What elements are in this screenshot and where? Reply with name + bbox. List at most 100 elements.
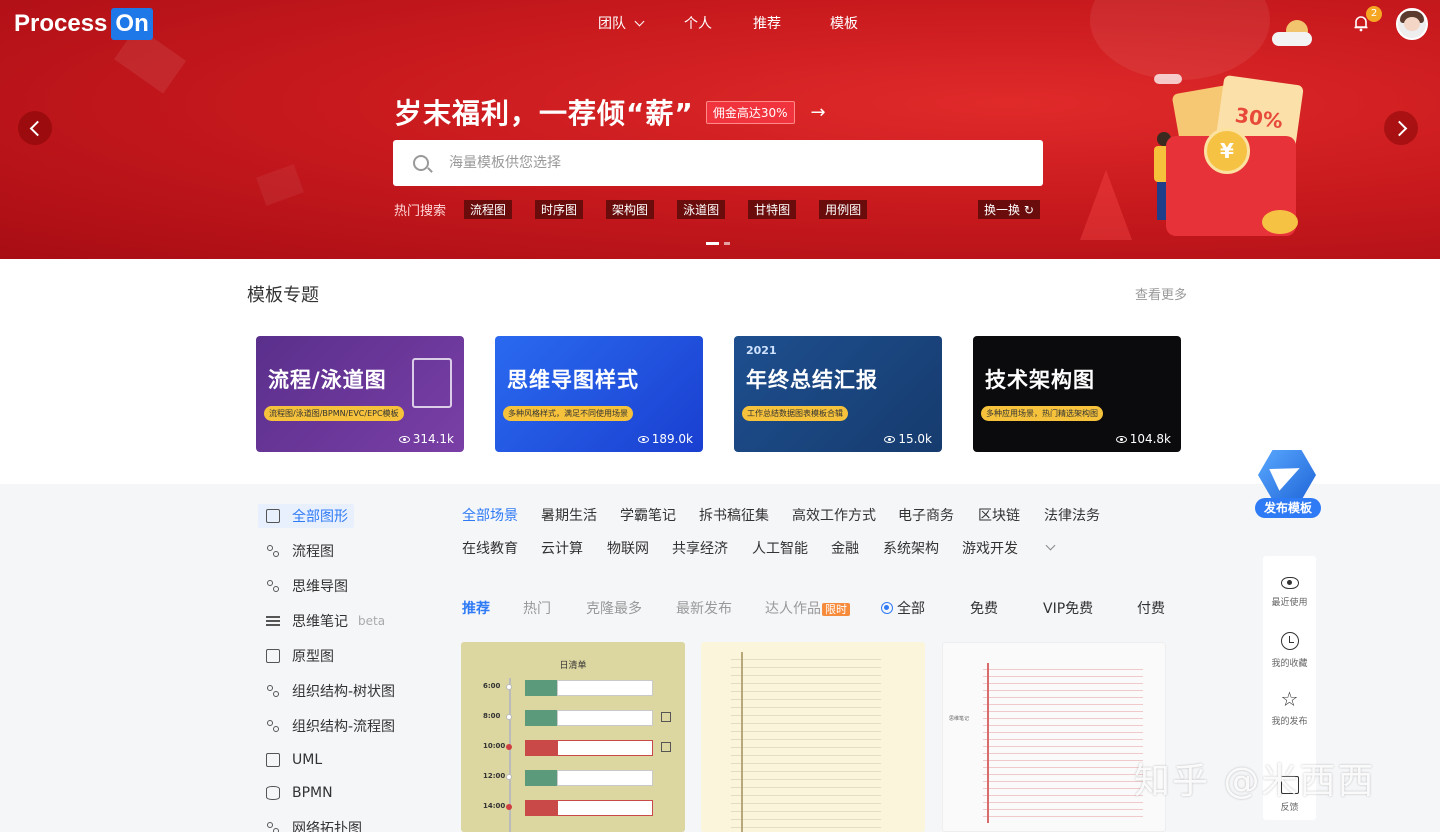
chevron-down-icon (634, 16, 645, 27)
scene-filter[interactable]: 物联网 (607, 538, 649, 558)
recent-used-button[interactable]: 最近使用 (1263, 574, 1316, 608)
nav-team-label: 团队 (598, 16, 626, 32)
logo-text: Process (14, 10, 108, 37)
mindmap-root-label: 思维笔记 (949, 716, 970, 722)
sort-tab-recommend[interactable]: 推荐 (462, 598, 490, 618)
scene-filter[interactable]: 共享经济 (672, 538, 728, 558)
hot-tag[interactable]: 用例图 (819, 200, 868, 219)
clock-icon (1280, 632, 1299, 650)
logo[interactable]: Process On (14, 8, 153, 40)
hot-tag[interactable]: 甘特图 (748, 200, 797, 219)
hot-search-label: 热门搜索 (394, 204, 447, 219)
template-preview-title: 日清单 (559, 661, 587, 671)
price-filter-free[interactable]: 免费 (970, 598, 998, 618)
price-filter-all[interactable]: 全部 (881, 598, 925, 618)
template-card[interactable] (701, 642, 925, 832)
topic-card[interactable]: 2021 年终总结汇报 工作总结数据图表模板合辑 15.0k (734, 336, 942, 452)
scene-filter[interactable]: 暑期生活 (541, 505, 597, 525)
scene-filter[interactable]: 学霸笔记 (620, 505, 676, 525)
chevron-down-icon[interactable] (1045, 540, 1056, 551)
scene-filter[interactable]: 系统架构 (883, 538, 939, 558)
nav-recommend[interactable]: 推荐 (753, 14, 830, 34)
sidebar-item-bpmn[interactable]: BPMN (258, 781, 418, 805)
scene-filter[interactable]: 高效工作方式 (792, 505, 876, 525)
scene-filter[interactable]: 区块链 (978, 505, 1020, 525)
nav-templates[interactable]: 模板 (830, 14, 858, 34)
scene-filter-all[interactable]: 全部场景 (462, 505, 518, 525)
scene-filter[interactable]: 云计算 (541, 538, 583, 558)
template-card[interactable]: 思维笔记 (942, 642, 1166, 832)
topic-card[interactable]: 思维导图样式 多种风格样式，满足不同使用场景 189.0k (495, 336, 703, 452)
sort-tab-hot[interactable]: 热门 (523, 598, 551, 618)
publish-label: 发布模板 (1255, 498, 1321, 518)
sidebar-item-network[interactable]: 网络拓扑图 (258, 816, 418, 832)
logo-on: On (111, 8, 153, 40)
arrow-right-icon: → (810, 101, 826, 123)
star-icon: ☆ (1280, 687, 1299, 711)
hot-search: 热门搜索 流程图 时序图 架构图 泳道图 甘特图 用例图 (394, 200, 890, 219)
banner-decoration (1080, 170, 1132, 240)
nav-team[interactable]: 团队 (598, 14, 684, 34)
eye-icon (398, 435, 410, 443)
view-more-link[interactable]: 查看更多 (1135, 284, 1187, 303)
limited-badge: 限时 (822, 603, 850, 616)
my-favorites-button[interactable]: 我的收藏 (1263, 632, 1316, 669)
scene-filter[interactable]: 在线教育 (462, 538, 518, 558)
watermark: 知乎 @米西西 (1134, 761, 1376, 802)
search-icon (413, 155, 429, 171)
price-filter-paid[interactable]: 付费 (1137, 598, 1165, 618)
my-published-button[interactable]: ☆ 我的发布 (1263, 687, 1316, 727)
sidebar-item-org-tree[interactable]: 组织结构-树状图 (258, 679, 418, 703)
tree-icon (266, 684, 280, 698)
refresh-label: 换一换 (984, 203, 1021, 217)
network-icon (266, 821, 280, 832)
avatar[interactable] (1396, 8, 1428, 40)
red-envelope-illustration: 30% ¥ (1166, 74, 1306, 248)
beta-badge: beta (358, 614, 386, 628)
scene-filter[interactable]: 人工智能 (752, 538, 808, 558)
sort-tab-experts[interactable]: 达人作品 限时 (765, 598, 850, 618)
topic-card[interactable]: 流程/泳道图 流程图/泳道图/BPMN/EVC/EPC模板 314.1k (256, 336, 464, 452)
scene-filter[interactable]: 金融 (831, 538, 859, 558)
scene-filter[interactable]: 电子商务 (898, 505, 954, 525)
sidebar-item-flowchart[interactable]: 流程图 (258, 539, 418, 563)
sidebar-item-mindnote[interactable]: 思维笔记 beta (258, 609, 418, 633)
banner-decoration (1090, 0, 1270, 80)
sidebar-item-uml[interactable]: UML (258, 748, 418, 772)
hot-tag[interactable]: 流程图 (464, 200, 513, 219)
hot-tag[interactable]: 泳道图 (677, 200, 726, 219)
nav-personal[interactable]: 个人 (684, 14, 753, 34)
banner-decoration (256, 164, 304, 206)
template-card[interactable]: 日清单 6:00 8:00 10:00 12:00 14:00 (461, 642, 685, 832)
commission-badge: 佣金高达30% (705, 100, 795, 124)
hot-tag[interactable]: 架构图 (606, 200, 655, 219)
topic-card[interactable]: 技术架构图 多种应用场景，热门精选架构图 104.8k (973, 336, 1181, 452)
carousel-dot[interactable] (724, 242, 730, 245)
sort-tab-newest[interactable]: 最新发布 (676, 598, 732, 618)
search-bar[interactable] (393, 140, 1043, 186)
banner-title: 岁末福利，一荐倾“薪” (394, 97, 694, 130)
sidebar-item-all[interactable]: 全部图形 (258, 504, 418, 528)
search-input[interactable] (449, 155, 989, 171)
sidebar-item-mindmap[interactable]: 思维导图 (258, 574, 418, 598)
carousel-dot[interactable] (706, 242, 719, 245)
scene-filter[interactable]: 游戏开发 (962, 538, 1018, 558)
refresh-tags-button[interactable]: 换一换 ↻ (978, 200, 1040, 219)
topic-card-views: 189.0k (637, 432, 693, 446)
topic-card-title: 技术架构图 (985, 368, 1095, 392)
publish-template-button[interactable]: 发布模板 (1250, 450, 1324, 520)
banner-next-button[interactable] (1384, 111, 1418, 145)
hot-tag[interactable]: 时序图 (535, 200, 584, 219)
scene-filter[interactable]: 法律法务 (1044, 505, 1100, 525)
refresh-icon: ↻ (1023, 203, 1034, 217)
banner-headline[interactable]: 岁末福利，一荐倾“薪” 佣金高达30% → (394, 92, 826, 132)
sidebar-item-prototype[interactable]: 原型图 (258, 644, 418, 668)
scene-filter[interactable]: 拆书稿征集 (699, 505, 769, 525)
eye-icon (884, 435, 896, 443)
sidebar-item-org-flow[interactable]: 组织结构-流程图 (258, 714, 418, 738)
flowchart-icon (266, 544, 280, 558)
price-filter-vip[interactable]: VIP免费 (1043, 598, 1093, 618)
banner-prev-button[interactable] (18, 111, 52, 145)
topic-card-subtitle: 多种风格样式，满足不同使用场景 (503, 406, 633, 421)
sort-tab-cloned[interactable]: 克隆最多 (586, 598, 642, 618)
